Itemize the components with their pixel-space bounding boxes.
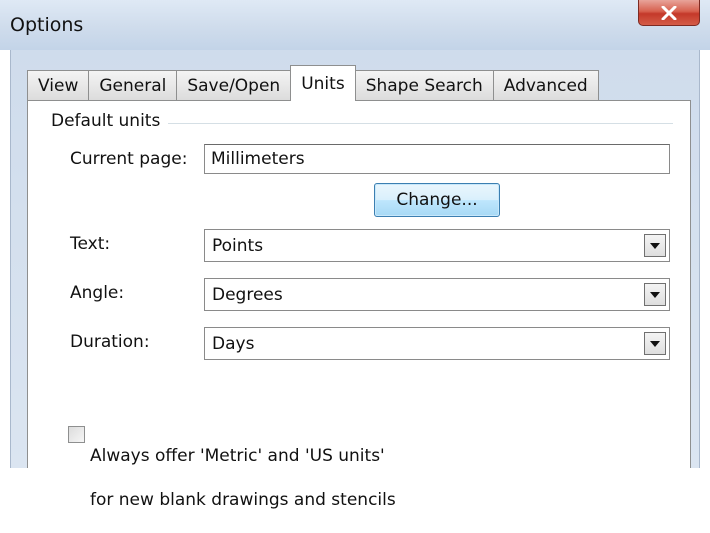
angle-units-label: Angle: (70, 283, 125, 303)
metric-us-units-line-2: for new blank drawings and stencils (90, 490, 396, 510)
close-button[interactable] (638, 0, 700, 26)
tab-view[interactable]: View (27, 70, 90, 100)
change-button[interactable]: Change... (374, 183, 500, 217)
units-panel: Default units Current page: Millimeters … (27, 100, 691, 510)
title-bar: Options (0, 0, 710, 50)
text-units-label: Text: (70, 234, 111, 254)
tab-units[interactable]: Units (290, 65, 356, 101)
chevron-down-icon[interactable] (644, 283, 666, 306)
default-units-heading: Default units (51, 111, 167, 131)
angle-units-select[interactable]: Degrees (204, 278, 670, 311)
metric-us-units-checkbox[interactable] (68, 426, 85, 443)
duration-units-label: Duration: (70, 332, 150, 352)
metric-us-units-line-1: Always offer 'Metric' and 'US units' (90, 446, 385, 466)
tab-save-open[interactable]: Save/Open (176, 70, 292, 100)
tab-shape-search[interactable]: Shape Search (354, 70, 494, 100)
text-units-select[interactable]: Points (204, 229, 670, 262)
group-divider (168, 123, 673, 124)
current-page-field[interactable]: Millimeters (204, 144, 670, 174)
chevron-down-icon[interactable] (644, 234, 666, 257)
metric-us-units-label[interactable]: Always offer 'Metric' and 'US units' for… (90, 423, 396, 533)
tab-strip: View General Save/Open Units Shape Searc… (27, 65, 599, 101)
current-page-label: Current page: (70, 149, 188, 169)
options-dialog: View General Save/Open Units Shape Searc… (10, 50, 700, 510)
duration-units-select[interactable]: Days (204, 327, 670, 360)
current-page-value: Millimeters (211, 149, 305, 169)
duration-units-value: Days (212, 334, 255, 354)
window-title: Options (10, 14, 84, 36)
close-x-icon (661, 5, 677, 20)
text-units-value: Points (212, 236, 264, 256)
tab-advanced[interactable]: Advanced (492, 70, 599, 100)
chevron-down-icon[interactable] (644, 332, 666, 355)
tab-general[interactable]: General (88, 70, 178, 100)
angle-units-value: Degrees (212, 285, 283, 305)
